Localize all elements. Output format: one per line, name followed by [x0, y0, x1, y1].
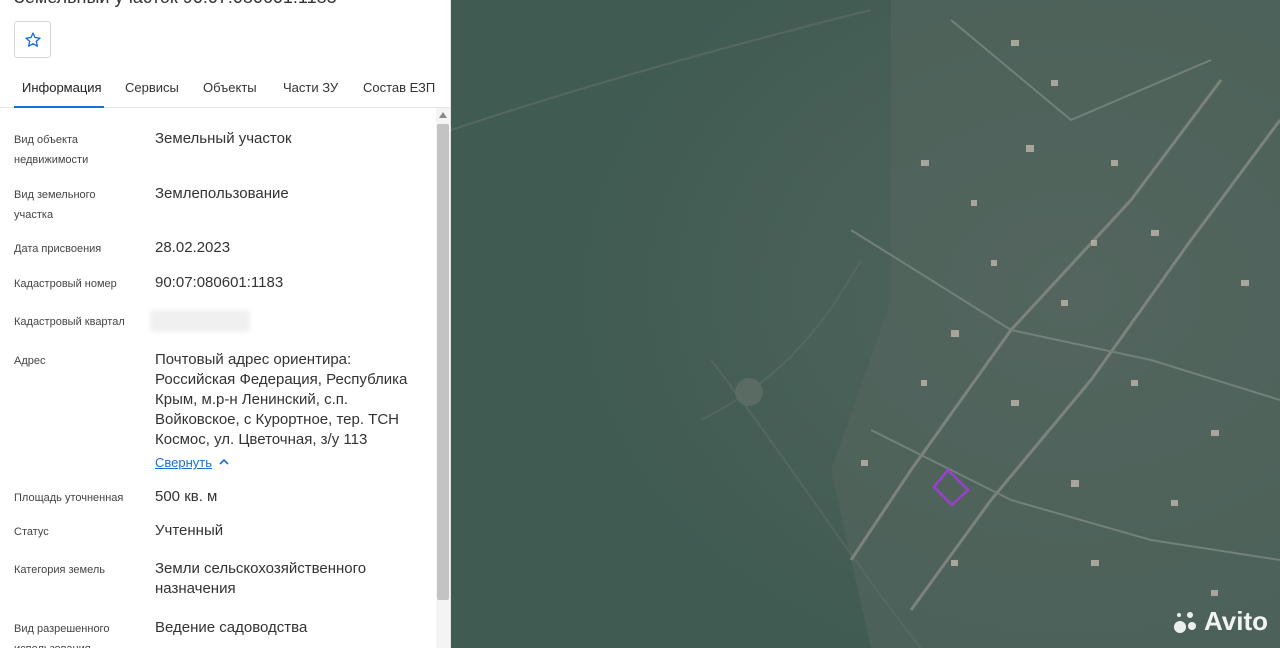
cadastral-number-label: Кадастровый номер — [14, 278, 117, 290]
map-canvas[interactable] — [451, 0, 1280, 648]
address-label: Адрес — [14, 355, 46, 367]
tab-ezp-composition[interactable]: Состав ЕЗП — [363, 68, 435, 108]
area-value: 500 кв. м — [155, 488, 218, 505]
panel-title: Земельный участок 90:07:080601:1183 — [14, 0, 337, 8]
cadastral-quarter-label: Кадастровый квартал — [14, 316, 125, 328]
land-category-value: Земли сельскохозяйственного назначения — [155, 560, 367, 597]
watermark-text: Avito — [1204, 606, 1269, 636]
favorite-button[interactable] — [14, 21, 51, 58]
tab-parts[interactable]: Части ЗУ — [283, 68, 338, 108]
cadastral-quarter-value-blurred — [150, 310, 250, 332]
object-type-label: Вид объекта недвижимости — [14, 134, 89, 166]
tab-information[interactable]: Информация — [14, 68, 104, 108]
scrollbar[interactable] — [436, 108, 450, 648]
cadastral-number-value: 90:07:080601:1183 — [155, 274, 284, 291]
tab-services[interactable]: Сервисы — [125, 68, 179, 108]
permitted-use-label: Вид разрешенного использования — [14, 623, 110, 648]
collapse-link[interactable]: Свернуть — [155, 455, 212, 470]
info-panel: Земельный участок 90:07:080601:1183 Инфо… — [0, 0, 451, 648]
tab-objects[interactable]: Объекты — [203, 68, 257, 108]
permitted-use-value: Ведение садоводства — [155, 619, 308, 636]
tab-bar: Информация Сервисы Объекты Части ЗУ Сост… — [0, 68, 450, 108]
star-outline-icon — [24, 31, 41, 47]
avito-logo-icon — [1174, 611, 1196, 633]
avito-watermark: Avito — [1172, 606, 1268, 637]
status-value: Учтенный — [155, 522, 224, 539]
object-type-value: Земельный участок — [155, 130, 292, 147]
date-label: Дата присвоения — [14, 243, 102, 255]
land-category-label: Категория земель — [14, 564, 105, 576]
chevron-up-icon[interactable] — [218, 456, 230, 468]
info-content: Вид объекта недвижимости Земельный участ… — [0, 108, 436, 648]
scroll-thumb[interactable] — [437, 124, 449, 600]
land-type-label: Вид земельного участка — [14, 189, 96, 221]
area-label: Площадь уточненная — [14, 492, 124, 504]
address-value: Почтовый адрес ориентира: Российская Фед… — [155, 351, 408, 448]
date-value: 28.02.2023 — [155, 239, 231, 256]
land-type-value: Землепользование — [155, 185, 289, 202]
satellite-map[interactable] — [451, 0, 1280, 648]
scroll-up-arrow-icon[interactable] — [436, 108, 450, 122]
status-label: Статус — [14, 526, 49, 538]
